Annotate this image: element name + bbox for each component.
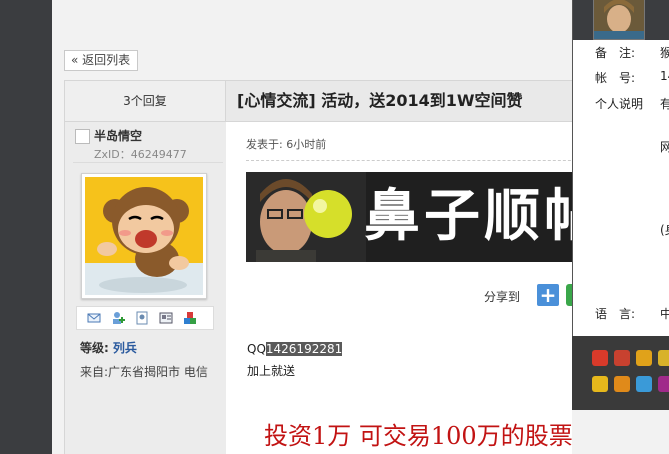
profile-icon[interactable] bbox=[135, 311, 149, 325]
banner-image: 鼻子顺帖 bbox=[246, 172, 586, 262]
card-value-account: 14 bbox=[660, 69, 669, 83]
card-label-account: 帐 号: bbox=[595, 71, 636, 85]
ad-banner[interactable]: 投资1万 可交易100万的股票 bbox=[246, 408, 586, 454]
level-label: 等级: bbox=[80, 341, 109, 355]
user-icon bbox=[75, 129, 90, 144]
author-divider bbox=[73, 162, 223, 163]
qq-prefix: QQ bbox=[247, 342, 266, 356]
back-to-list-button[interactable]: « 返回列表 bbox=[64, 50, 138, 71]
author-action-bar bbox=[76, 306, 214, 330]
author-location: 来自:广东省揭阳市 电信 bbox=[80, 365, 208, 379]
badge-shield-icon[interactable] bbox=[614, 376, 630, 392]
badge-diamond-icon[interactable] bbox=[636, 350, 652, 366]
profile-card-badges bbox=[572, 336, 669, 410]
card-value-language: 中 bbox=[660, 305, 669, 322]
profile-photo bbox=[594, 0, 644, 39]
level-value[interactable]: 列兵 bbox=[113, 341, 137, 355]
qq-number-selected[interactable]: 1426192281 bbox=[265, 342, 343, 356]
add-text: 加上就送 bbox=[247, 364, 296, 378]
badge-blue-icon[interactable] bbox=[636, 376, 652, 392]
post-divider bbox=[246, 160, 586, 161]
qq-line: QQ1426192281 bbox=[247, 342, 343, 356]
card-label-language: 语 言: bbox=[595, 307, 636, 321]
card-value-extra: (身 bbox=[660, 223, 669, 237]
author-level: 等级: 列兵 bbox=[80, 339, 137, 356]
author-panel: 半岛情空 ZxID：46249477 等级: 列兵 来自:广东省揭阳市 电信 bbox=[64, 122, 227, 454]
medal-icon[interactable] bbox=[183, 311, 197, 325]
mail-icon[interactable] bbox=[87, 311, 101, 325]
card-label-bio: 个人说明 bbox=[595, 97, 644, 111]
badge-red-icon[interactable] bbox=[592, 350, 608, 366]
profile-card-avatar[interactable] bbox=[593, 0, 645, 40]
card-footer bbox=[572, 410, 669, 454]
card-icon[interactable] bbox=[159, 311, 173, 325]
card-value-bio: 有 bbox=[660, 95, 669, 112]
author-zxid: ZxID：46249477 bbox=[94, 148, 187, 161]
banner-man-illustration bbox=[246, 172, 366, 262]
card-value-web: 网 bbox=[660, 138, 669, 155]
badge-game-icon[interactable] bbox=[614, 350, 630, 366]
thread-header: 3个回复 [心情交流] 活动，送2014到1W空间赞 bbox=[64, 80, 584, 122]
avatar[interactable] bbox=[81, 173, 207, 299]
share-plus-icon[interactable]: + bbox=[537, 284, 559, 306]
badge-star-icon[interactable] bbox=[592, 376, 608, 392]
monkey-avatar-image bbox=[85, 177, 203, 295]
card-label-remark: 备 注: bbox=[595, 46, 636, 60]
post-time: 发表于: 6小时前 bbox=[246, 138, 327, 151]
card-value-remark: 猴 bbox=[660, 44, 669, 61]
left-dark-strip bbox=[0, 0, 52, 454]
banner-text: 鼻子顺帖 bbox=[364, 184, 586, 249]
thread-title[interactable]: [心情交流] 活动，送2014到1W空间赞 bbox=[237, 81, 523, 121]
ad-text[interactable]: 投资1万 可交易100万的股票 bbox=[264, 416, 573, 451]
author-name[interactable]: 半岛情空 bbox=[94, 127, 142, 144]
reply-count: 3个回复 bbox=[65, 81, 226, 121]
add-friend-icon[interactable] bbox=[111, 311, 125, 325]
share-label: 分享到 bbox=[484, 290, 521, 304]
badge-sun-icon[interactable] bbox=[658, 350, 669, 366]
post-body: 发表于: 6小时前 鼻子顺帖 分享到 + QQ1426192281 加上就送 投… bbox=[226, 122, 588, 454]
badge-purple-icon[interactable] bbox=[658, 376, 669, 392]
